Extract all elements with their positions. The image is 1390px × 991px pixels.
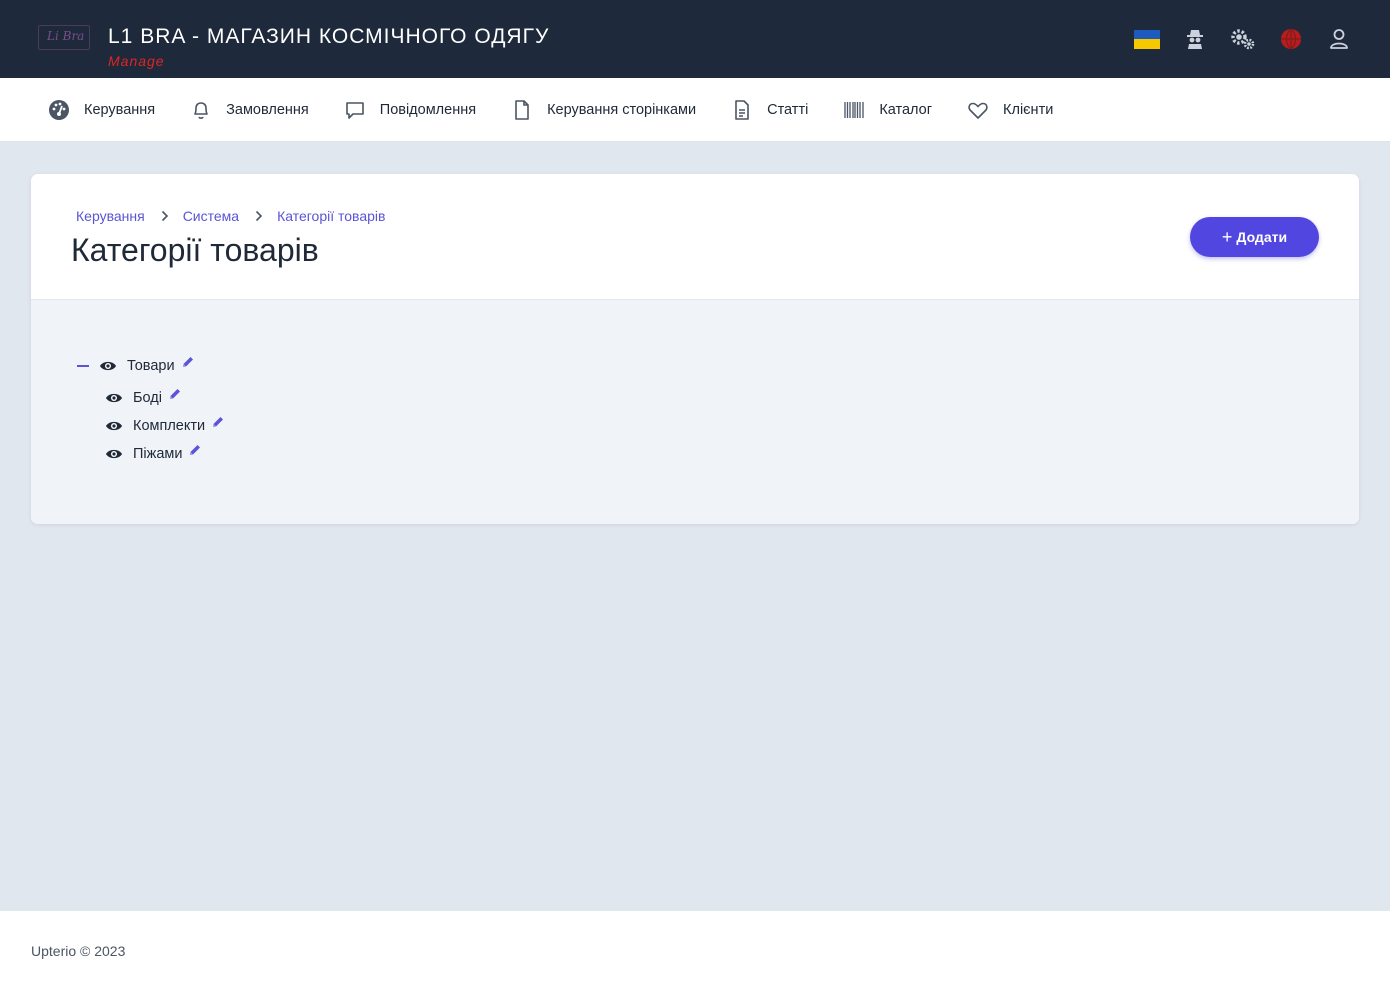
- top-bar: Li Bra L1 BRA - МАГАЗИН КОСМІЧНОГО ОДЯГУ…: [0, 0, 1390, 78]
- nav-label: Повідомлення: [379, 102, 477, 118]
- footer-copyright: Upterio © 2023: [31, 943, 126, 959]
- incognito-icon[interactable]: [1182, 26, 1208, 52]
- tree-node-child: Піжами: [105, 443, 202, 462]
- category-tree: Товари Боді Комплекти Піжами: [31, 300, 1359, 524]
- tree-node-root: Товари: [77, 355, 195, 374]
- chevron-right-icon: [255, 210, 263, 222]
- chevron-right-icon: [161, 210, 169, 222]
- nav-label: Керування: [84, 102, 156, 118]
- plus-icon: +: [1221, 227, 1233, 247]
- tree-node-label[interactable]: Піжами: [133, 446, 182, 462]
- pencil-icon[interactable]: [211, 415, 225, 429]
- tree-node-label[interactable]: Товари: [127, 358, 175, 374]
- collapse-toggle[interactable]: [77, 365, 89, 367]
- message-icon: [345, 102, 364, 119]
- nav-item-clients[interactable]: Клієнти: [967, 99, 1053, 121]
- eye-icon[interactable]: [99, 360, 117, 372]
- nav-item-messages[interactable]: Повідомлення: [344, 99, 476, 121]
- file-icon: [515, 100, 529, 120]
- nav-label: Каталог: [879, 102, 933, 118]
- app-title: L1 BRA - МАГАЗИН КОСМІЧНОГО ОДЯГУ: [108, 25, 550, 48]
- barcode-icon: [844, 102, 864, 118]
- eye-icon[interactable]: [105, 448, 123, 460]
- user-icon[interactable]: [1326, 26, 1352, 52]
- footer: Upterio © 2023: [0, 911, 1390, 991]
- nav-label: Статті: [767, 102, 809, 118]
- card-header: Керування Система Категорії товарів Кате…: [31, 174, 1359, 300]
- tree-node-label[interactable]: Боді: [133, 390, 162, 406]
- logo[interactable]: Li Bra: [38, 25, 90, 50]
- main-nav: Керування Замовлення Повідомлення Керува…: [0, 78, 1390, 142]
- breadcrumb-item-categories[interactable]: Категорії товарів: [277, 208, 385, 224]
- nav-item-pages[interactable]: Керування сторінками: [511, 99, 696, 121]
- page-title: Категорії товарів: [71, 232, 319, 268]
- tree-node-child: Комплекти: [105, 415, 225, 434]
- breadcrumb: Керування Система Категорії товарів: [76, 208, 385, 224]
- pencil-icon[interactable]: [168, 387, 182, 401]
- heart-icon: [968, 102, 988, 119]
- settings-gears-icon[interactable]: [1230, 26, 1256, 52]
- dashboard-icon: [49, 100, 69, 120]
- breadcrumb-item-dashboard[interactable]: Керування: [76, 208, 145, 224]
- logo-text: Li Bra: [47, 29, 85, 43]
- add-button[interactable]: + Додати: [1190, 217, 1319, 257]
- nav-label: Замовлення: [226, 102, 309, 118]
- document-icon: [735, 100, 749, 120]
- pencil-icon[interactable]: [188, 443, 202, 457]
- nav-item-orders[interactable]: Замовлення: [190, 99, 309, 121]
- eye-icon[interactable]: [105, 392, 123, 404]
- pencil-icon[interactable]: [181, 355, 195, 369]
- nav-item-catalog[interactable]: Каталог: [843, 99, 932, 121]
- add-button-label: Додати: [1236, 229, 1288, 245]
- nav-item-dashboard[interactable]: Керування: [48, 99, 155, 121]
- nav-label: Клієнти: [1003, 102, 1054, 118]
- app-subtitle: Manage: [108, 53, 165, 69]
- top-icons: [1134, 26, 1352, 52]
- ukraine-flag-icon[interactable]: [1134, 26, 1160, 52]
- globe-icon[interactable]: [1278, 26, 1304, 52]
- breadcrumb-item-system[interactable]: Система: [183, 208, 239, 224]
- nav-item-articles[interactable]: Статті: [731, 99, 808, 121]
- bell-icon: [194, 102, 208, 119]
- nav-label: Керування сторінками: [547, 102, 697, 118]
- tree-node-label[interactable]: Комплекти: [133, 418, 205, 434]
- eye-icon[interactable]: [105, 420, 123, 432]
- tree-node-child: Боді: [105, 387, 182, 406]
- categories-card: Керування Система Категорії товарів Кате…: [31, 174, 1359, 524]
